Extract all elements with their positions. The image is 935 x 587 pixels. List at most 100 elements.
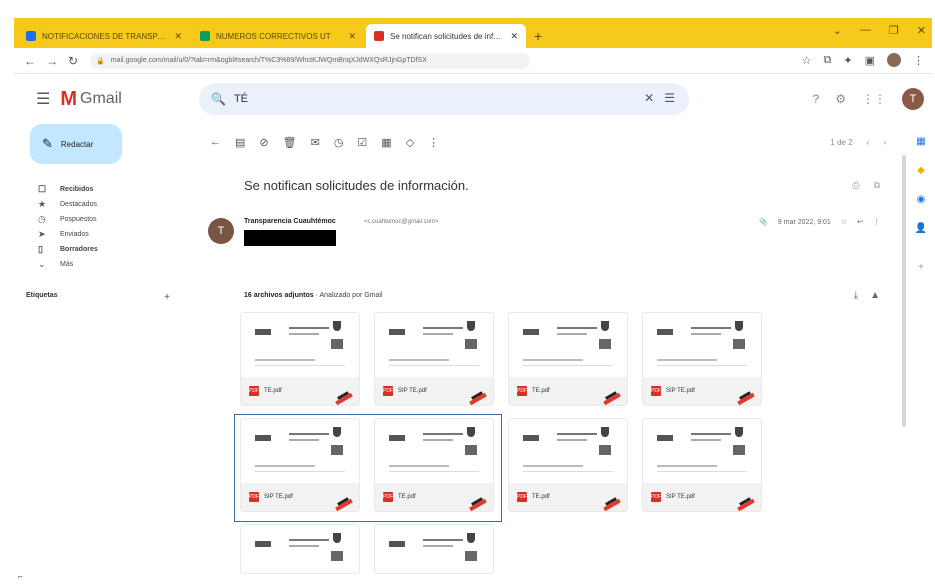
compose-label: Redactar xyxy=(60,139,94,149)
close-window-icon[interactable]: ✕ xyxy=(917,24,926,37)
apps-grid-icon[interactable]: ⋮⋮ xyxy=(862,92,886,106)
attachment-card[interactable] xyxy=(374,524,494,574)
chevron-down-icon[interactable]: ⌄ xyxy=(833,24,842,37)
bookmark-star-icon[interactable]: ☆ xyxy=(802,54,812,67)
search-actions: ✕ ☰ xyxy=(644,91,675,105)
sidebar-item-enviados[interactable]: ➤ Enviados xyxy=(14,227,196,242)
download-all-icon[interactable]: ⤓ xyxy=(854,290,858,301)
star-icon: ★ xyxy=(38,199,47,209)
attachment-filename: SIP TE.pdf xyxy=(666,494,695,500)
save-to-drive-icon[interactable]: ▲ xyxy=(870,290,880,301)
new-tab-button[interactable]: + xyxy=(534,28,542,44)
puzzle-icon[interactable]: ✦ xyxy=(843,54,852,67)
help-icon[interactable]: ? xyxy=(813,92,820,106)
close-icon[interactable]: ✕ xyxy=(174,31,182,42)
browser-tab-2[interactable]: NUMEROS CORRECTIVOS UT ✕ xyxy=(192,24,364,48)
minimize-icon[interactable]: — xyxy=(860,24,871,37)
open-new-window-icon[interactable]: ⧉ xyxy=(874,180,880,191)
attachment-card[interactable]: PDF TE.pdf xyxy=(508,312,628,406)
clock-icon: ◷ xyxy=(38,214,46,224)
sidebar-item-pospuestos[interactable]: ◷ Pospuestos xyxy=(14,212,196,227)
move-to-icon[interactable]: ▦ xyxy=(381,136,391,149)
address-bar-row: ← → ↻ 🔒 mail.google.com/mail/u/0/?tab=rm… xyxy=(14,48,932,74)
forward-arrow-icon[interactable]: → xyxy=(46,54,58,68)
search-icon[interactable]: 🔍 xyxy=(211,92,226,106)
back-arrow-icon[interactable]: ← xyxy=(24,54,36,68)
calendar-icon[interactable]: ▦ xyxy=(916,136,925,147)
gmail-favicon-icon xyxy=(374,31,384,41)
extensions-icon[interactable]: ⧉ xyxy=(824,54,832,67)
attachment-card[interactable]: PDF SIP TE.pdf xyxy=(642,418,762,512)
close-icon[interactable]: ✕ xyxy=(348,31,356,42)
tab-title: NUMEROS CORRECTIVOS UT xyxy=(216,31,331,41)
maximize-icon[interactable]: ❐ xyxy=(889,24,899,37)
page-corner-icon xyxy=(335,389,353,405)
add-addon-icon[interactable]: + xyxy=(918,262,924,273)
contacts-icon[interactable]: 👤 xyxy=(915,223,927,234)
sender-avatar: T xyxy=(208,218,234,244)
pdf-icon: PDF xyxy=(517,386,527,396)
close-icon[interactable]: ✕ xyxy=(510,31,518,42)
pdf-icon: PDF xyxy=(383,386,393,396)
attachment-card[interactable]: PDF SIP TE.pdf xyxy=(374,312,494,406)
account-avatar[interactable]: T xyxy=(902,88,924,110)
snooze-icon[interactable]: ◷ xyxy=(334,136,344,149)
header-actions: ? ⚙ ⋮⋮ T xyxy=(813,88,924,110)
archive-icon[interactable]: ▤ xyxy=(235,136,245,149)
sidebar-item-destacados[interactable]: ★ Destacados xyxy=(14,197,196,212)
tasks-icon[interactable]: ◉ xyxy=(917,194,926,205)
add-task-icon[interactable]: ☑ xyxy=(357,136,367,149)
gmail-logo[interactable]: M Gmail xyxy=(60,88,121,111)
attachment-card[interactable]: PDF SIP TE.pdf xyxy=(642,312,762,406)
window-controls: ⌄ — ❐ ✕ xyxy=(833,24,926,37)
attachment-filename: SIP TE.pdf xyxy=(398,388,427,394)
search-options-icon[interactable]: ☰ xyxy=(664,91,675,105)
pencil-icon: ✎ xyxy=(42,136,53,151)
sidebar-item-label: Borradores xyxy=(60,246,98,253)
mark-unread-icon[interactable]: ✉ xyxy=(311,136,320,149)
compose-button[interactable]: ✎ Redactar xyxy=(30,124,122,164)
more-options-icon[interactable]: ⋮ xyxy=(873,218,880,226)
hamburger-menu-icon[interactable]: ☰ xyxy=(36,89,50,109)
sidebar-item-label: Destacados xyxy=(60,201,97,208)
back-arrow-icon[interactable]: ← xyxy=(210,136,221,149)
report-spam-icon[interactable]: ⊘ xyxy=(259,136,268,149)
tab-title: Se notifican solicitudes de información xyxy=(390,31,504,41)
search-value: TÉ xyxy=(233,93,249,105)
more-options-icon[interactable]: ⋮ xyxy=(428,136,439,149)
keep-icon[interactable]: ◆ xyxy=(917,165,925,176)
search-input[interactable]: 🔍 TÉ ✕ ☰ xyxy=(199,83,689,115)
chevron-down-icon: ⌄ xyxy=(38,259,46,269)
sidebar-nav: ☐ Recibidos ★ Destacados ◷ Pospuestos ➤ … xyxy=(14,182,196,272)
scrollbar[interactable] xyxy=(902,155,906,427)
add-label-button[interactable]: + xyxy=(164,292,170,303)
settings-gear-icon[interactable]: ⚙ xyxy=(835,92,846,106)
attachment-card[interactable]: PDF TE.pdf xyxy=(240,312,360,406)
pdf-preview xyxy=(375,313,493,379)
url-input[interactable]: 🔒 mail.google.com/mail/u/0/?tab=rm&ogbl#… xyxy=(90,52,531,69)
browser-tab-3[interactable]: Se notifican solicitudes de información … xyxy=(366,24,526,48)
pdf-icon: PDF xyxy=(249,386,259,396)
attachment-card[interactable] xyxy=(240,524,360,574)
sidebar-item-label: Enviados xyxy=(60,231,89,238)
browser-tab-1[interactable]: NOTIFICACIONES DE TRANSPARENCIA ✕ xyxy=(18,24,190,48)
chevron-right-icon[interactable]: › xyxy=(883,138,886,147)
star-icon[interactable]: ☆ xyxy=(841,218,847,226)
reload-icon[interactable]: ↻ xyxy=(68,54,78,68)
clear-search-icon[interactable]: ✕ xyxy=(644,91,654,105)
label-icon[interactable]: ◇ xyxy=(406,136,414,149)
sidebar-item-mas[interactable]: ⌄ Más xyxy=(14,257,196,272)
kebab-menu-icon[interactable]: ⋮ xyxy=(913,54,924,67)
chevron-left-icon[interactable]: ‹ xyxy=(867,138,870,147)
reply-icon[interactable]: ↩ xyxy=(857,218,863,226)
sidepanel-icon[interactable]: ▣ xyxy=(865,54,875,67)
sidebar-item-borradores[interactable]: ▯ Borradores xyxy=(14,242,196,257)
tab-favicon-icon xyxy=(26,31,36,41)
profile-icon[interactable] xyxy=(887,53,901,67)
delete-icon[interactable]: 🗑 xyxy=(283,136,297,149)
attachment-card[interactable]: PDF TE.pdf xyxy=(508,418,628,512)
print-icon[interactable]: ⎙ xyxy=(852,180,859,191)
sender-name[interactable]: Transparencia Cuauhtémoc xyxy=(244,218,336,225)
pdf-preview xyxy=(509,419,627,485)
sidebar-item-recibidos[interactable]: ☐ Recibidos xyxy=(14,182,196,197)
